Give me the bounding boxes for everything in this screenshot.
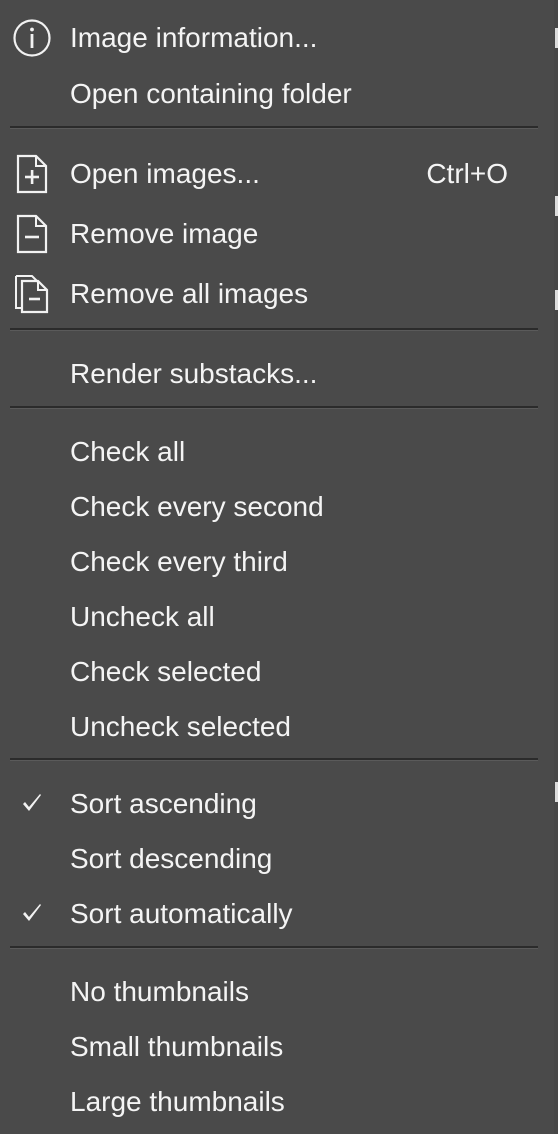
menu-item-label: Sort descending [70, 843, 273, 874]
menu-item-remove-image[interactable]: Remove image [0, 208, 548, 260]
menu-separator [10, 328, 538, 331]
context-menu: Image information... Open containing fol… [0, 0, 558, 1134]
menu-item-large-thumbnails[interactable]: Large thumbnails [0, 1076, 548, 1128]
menu-item-render-substacks[interactable]: Render substacks... [0, 348, 548, 400]
checkmark-icon [12, 784, 52, 824]
menu-item-label: Render substacks... [70, 358, 318, 389]
file-remove-icon [12, 214, 52, 254]
menu-item-no-thumbnails[interactable]: No thumbnails [0, 966, 548, 1018]
menu-item-label: No thumbnails [70, 976, 249, 1007]
menu-item-label: Sort automatically [70, 898, 293, 929]
menu-item-label: Uncheck selected [70, 711, 292, 742]
menu-item-sort-ascending[interactable]: Sort ascending [0, 778, 548, 830]
menu-item-label: Remove image [70, 218, 259, 249]
menu-item-label: Remove all images [70, 278, 309, 309]
file-add-icon [12, 154, 52, 194]
menu-item-label: Check selected [70, 656, 262, 687]
menu-item-label: Check all [70, 436, 186, 467]
menu-separator [10, 406, 538, 409]
menu-item-remove-all-images[interactable]: Remove all images [0, 268, 548, 320]
menu-item-label: Uncheck all [70, 601, 215, 632]
menu-item-image-information[interactable]: Image information... [0, 12, 548, 64]
menu-item-uncheck-all[interactable]: Uncheck all [0, 591, 548, 643]
menu-item-label: Check every second [70, 491, 324, 522]
menu-item-small-thumbnails[interactable]: Small thumbnails [0, 1021, 548, 1073]
menu-separator [10, 946, 538, 949]
menu-item-label: Small thumbnails [70, 1031, 284, 1062]
checkmark-icon [12, 894, 52, 934]
menu-item-check-every-second[interactable]: Check every second [0, 481, 548, 533]
menu-item-label: Open containing folder [70, 78, 352, 109]
shortcut-label: Ctrl+O [426, 158, 508, 189]
menu-item-open-images[interactable]: Open images... Ctrl+O [0, 148, 548, 200]
menu-border [554, 0, 558, 1134]
menu-separator [10, 758, 538, 761]
menu-item-check-all[interactable]: Check all [0, 426, 548, 478]
menu-item-label: Large thumbnails [70, 1086, 285, 1117]
files-remove-icon [12, 274, 52, 314]
menu-separator [10, 126, 538, 129]
menu-item-check-selected[interactable]: Check selected [0, 646, 548, 698]
menu-item-label: Check every third [70, 546, 288, 577]
menu-item-open-containing-folder[interactable]: Open containing folder [0, 68, 548, 120]
menu-item-sort-descending[interactable]: Sort descending [0, 833, 548, 885]
menu-item-label: Open images... [70, 158, 260, 189]
menu-item-check-every-third[interactable]: Check every third [0, 536, 548, 588]
info-icon [12, 18, 52, 58]
menu-item-uncheck-selected[interactable]: Uncheck selected [0, 701, 548, 753]
menu-item-label: Image information... [70, 22, 318, 53]
menu-item-sort-automatically[interactable]: Sort automatically [0, 888, 548, 940]
menu-item-label: Sort ascending [70, 788, 257, 819]
